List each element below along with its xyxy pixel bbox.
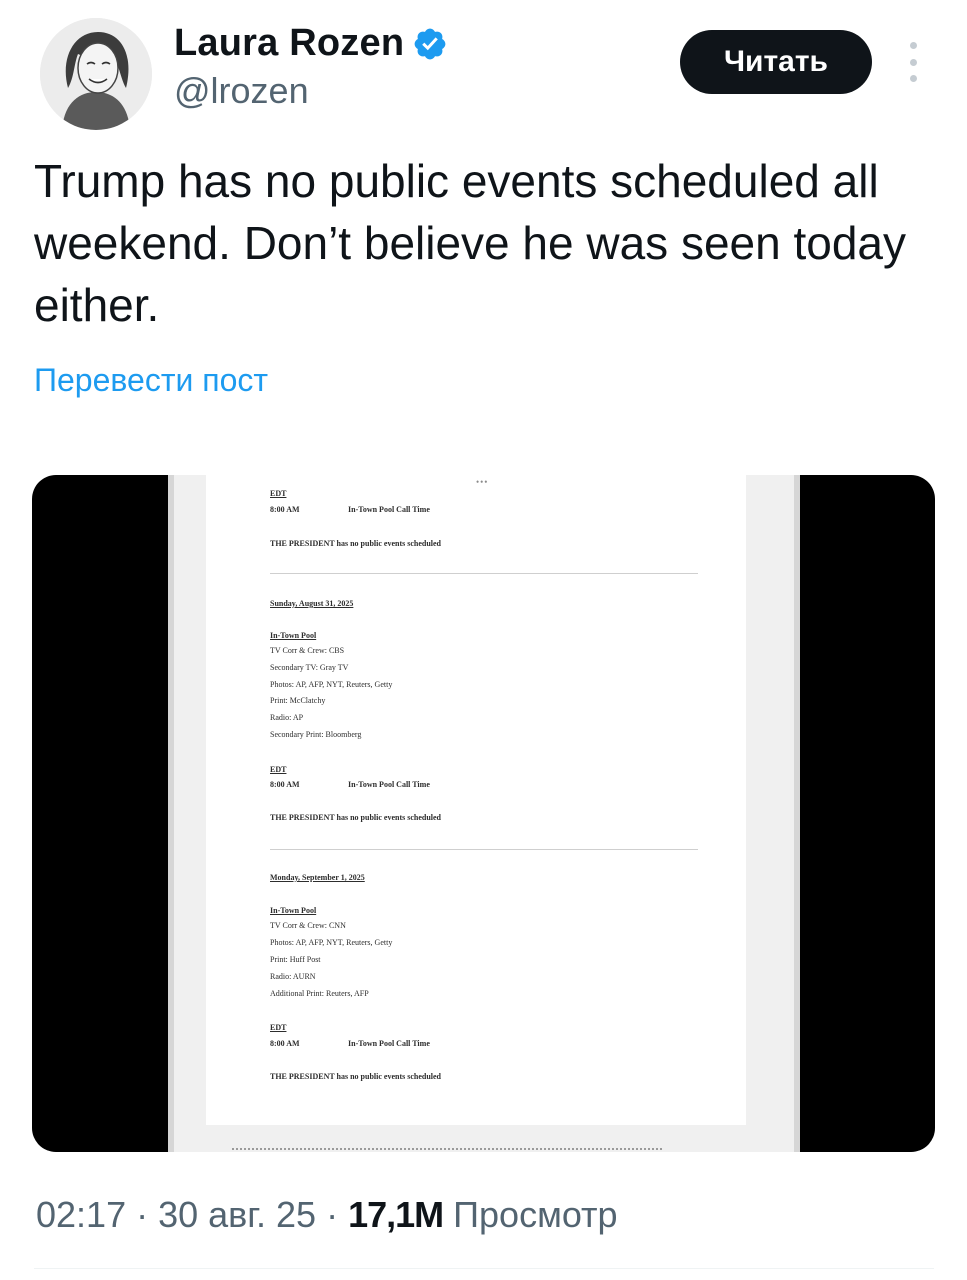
doc-pool-line: Additional Print: Reuters, AFP: [270, 989, 369, 998]
doc-time: 8:00 AM: [270, 780, 300, 789]
doc-pool-line: Secondary TV: Gray TV: [270, 663, 349, 672]
doc-pool-line: Photos: AP, AFP, NYT, Reuters, Getty: [270, 938, 393, 947]
tweet-media-image[interactable]: ••• EDT 8:00 AM In-Town Pool Call Time T…: [32, 475, 935, 1152]
more-vertical-icon[interactable]: [902, 42, 924, 82]
doc-pool-line: Print: McClatchy: [270, 696, 326, 705]
sheet-edge-right: [794, 475, 800, 1152]
doc-top-dots: •••: [476, 477, 489, 487]
doc-tz: EDT: [270, 1023, 287, 1032]
avatar[interactable]: [40, 18, 152, 130]
doc-president-line: THE PRESIDENT has no public events sched…: [270, 813, 442, 822]
verified-badge-icon: [414, 28, 446, 59]
doc-footer-cutoff: [232, 1148, 662, 1152]
doc-time: 8:00 AM: [270, 1039, 300, 1048]
tweet-time[interactable]: 02:17: [36, 1194, 126, 1235]
doc-date: Monday, September 1, 2025: [270, 873, 365, 882]
tweet-date[interactable]: 30 авг. 25: [158, 1194, 316, 1235]
doc-pool-line: TV Corr & Crew: CBS: [270, 646, 345, 655]
doc-time-row: 8:00 AM In-Town Pool Call Time: [270, 780, 430, 789]
document-page: ••• EDT 8:00 AM In-Town Pool Call Time T…: [206, 475, 746, 1125]
doc-pool-title: In-Town Pool: [270, 906, 317, 915]
doc-divider: [270, 849, 698, 850]
bottom-divider: [34, 1268, 934, 1269]
doc-time: 8:00 AM: [270, 505, 300, 514]
document-screenshot: ••• EDT 8:00 AM In-Town Pool Call Time T…: [168, 475, 800, 1152]
views-count: 17,1M: [348, 1194, 444, 1235]
follow-button[interactable]: Читать: [680, 30, 872, 94]
doc-pool-line: Radio: AURN: [270, 972, 316, 981]
doc-president-line: THE PRESIDENT has no public events sched…: [270, 1072, 442, 1081]
author-display-name[interactable]: Laura Rozen: [174, 22, 404, 65]
meta-separator: ·: [126, 1194, 159, 1235]
doc-time-row: 8:00 AM In-Town Pool Call Time: [270, 1039, 430, 1048]
doc-time-label: In-Town Pool Call Time: [348, 1039, 430, 1048]
doc-time-label: In-Town Pool Call Time: [348, 505, 430, 514]
doc-tz: EDT: [270, 489, 287, 498]
author-handle[interactable]: @lrozen: [174, 70, 309, 112]
tweet-meta: 02:17 · 30 авг. 25 · 17,1M Просмотр: [36, 1194, 618, 1236]
views-label: Просмотр: [453, 1194, 618, 1235]
sheet-edge-left: [168, 475, 174, 1152]
doc-date: Sunday, August 31, 2025: [270, 599, 354, 608]
doc-divider: [270, 573, 698, 574]
doc-pool-title: In-Town Pool: [270, 631, 317, 640]
doc-time-label: In-Town Pool Call Time: [348, 780, 430, 789]
doc-pool-line: Print: Huff Post: [270, 955, 321, 964]
meta-separator: ·: [316, 1194, 349, 1235]
doc-tz: EDT: [270, 765, 287, 774]
translate-post-link[interactable]: Перевести пост: [34, 362, 268, 399]
doc-pool-line: Photos: AP, AFP, NYT, Reuters, Getty: [270, 680, 393, 689]
doc-president-line: THE PRESIDENT has no public events sched…: [270, 539, 442, 548]
doc-pool-line: TV Corr & Crew: CNN: [270, 921, 346, 930]
doc-time-row: 8:00 AM In-Town Pool Call Time: [270, 505, 430, 514]
tweet-text: Trump has no public events scheduled all…: [34, 155, 907, 331]
author-name-row[interactable]: Laura Rozen: [174, 22, 448, 65]
avatar-portrait: [40, 18, 152, 130]
doc-pool-line: Radio: AP: [270, 713, 304, 722]
doc-pool-line: Secondary Print: Bloomberg: [270, 730, 362, 739]
